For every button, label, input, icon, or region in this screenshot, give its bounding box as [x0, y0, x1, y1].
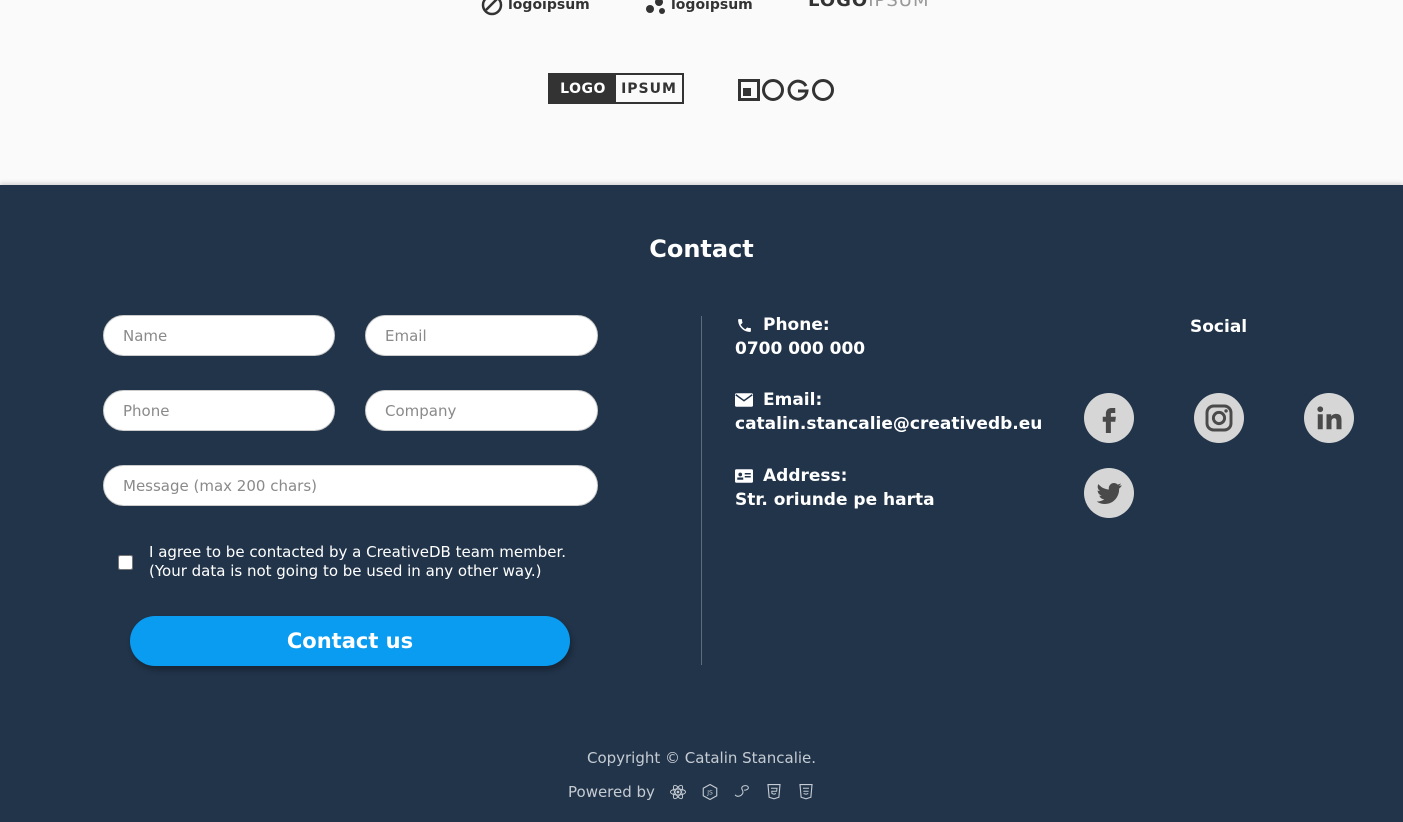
phone-value[interactable]: 0700 000 000 [735, 339, 865, 359]
partner-logo-2-text: logoipsum [671, 0, 753, 13]
partner-logos-section: logoipsum logoipsum LOGOIPSUM LOGO IPSUM [0, 0, 1403, 185]
partner-logo-5 [738, 78, 834, 102]
logo-g-icon [787, 79, 809, 101]
phone-info: Phone: 0700 000 000 [735, 315, 865, 359]
consent-row: I agree to be contacted by a CreativeDB … [118, 543, 566, 581]
html5-icon [765, 783, 783, 801]
vertical-divider [701, 316, 702, 665]
email-info: Email: catalin.stancalie@creativedb.eu [735, 390, 1042, 434]
logo-circle-icon [762, 79, 784, 101]
company-input[interactable] [365, 390, 598, 431]
address-label: Address: [763, 466, 848, 486]
consent-line-2: (Your data is not going to be used in an… [149, 562, 542, 580]
powered-by-row: Powered by JS [568, 783, 815, 801]
molecule-logo-icon [646, 0, 665, 14]
copyright-text: Copyright © Catalin Stancalie. [586, 749, 817, 767]
message-input[interactable] [103, 465, 598, 506]
css3-icon [797, 783, 815, 801]
email-label: Email: [763, 390, 823, 410]
sass-icon [733, 783, 751, 801]
social-title: Social [1190, 317, 1248, 337]
partner-logo-2: logoipsum [643, 0, 753, 17]
contact-us-button[interactable]: Contact us [130, 616, 570, 666]
instagram-icon[interactable] [1194, 393, 1244, 443]
powered-by-label: Powered by [568, 783, 655, 801]
partner-logo-1: logoipsum [480, 0, 590, 17]
address-card-icon [735, 467, 753, 485]
email-input[interactable] [365, 315, 598, 356]
consent-text: I agree to be contacted by a CreativeDB … [149, 543, 566, 581]
phone-label: Phone: [763, 315, 830, 335]
svg-text:JS: JS [706, 790, 713, 797]
name-input[interactable] [103, 315, 335, 356]
consent-checkbox[interactable] [118, 554, 133, 570]
partner-logo-4-left: LOGO [550, 75, 616, 102]
partner-logo-4: LOGO IPSUM [548, 73, 684, 104]
phone-input[interactable] [103, 390, 335, 431]
email-value[interactable]: catalin.stancalie@creativedb.eu [735, 414, 1042, 434]
logo-circle-icon [812, 79, 834, 101]
partner-logo-1-text: logoipsum [508, 0, 590, 13]
twitter-icon[interactable] [1084, 468, 1134, 518]
contact-footer: Contact I agree to be contacted by a Cre… [0, 185, 1403, 822]
linkedin-icon[interactable] [1304, 393, 1354, 443]
envelope-icon [735, 391, 753, 409]
partner-logo-3-bold: LOGO [808, 0, 869, 11]
facebook-icon[interactable] [1084, 393, 1134, 443]
partner-logo-4-right: IPSUM [621, 80, 677, 97]
logo-square-icon [738, 79, 760, 101]
partner-logo-3: LOGOIPSUM [808, 0, 930, 11]
address-value: Str. oriunde pe harta [735, 490, 935, 510]
leaf-logo-icon [481, 0, 503, 16]
partner-logo-3-light: IPSUM [868, 0, 930, 11]
consent-line-1: I agree to be contacted by a CreativeDB … [149, 543, 567, 561]
contact-title: Contact [649, 235, 754, 263]
address-info: Address: Str. oriunde pe harta [735, 466, 935, 510]
phone-icon [735, 316, 753, 334]
nodejs-icon: JS [701, 783, 719, 801]
react-icon [669, 783, 687, 801]
